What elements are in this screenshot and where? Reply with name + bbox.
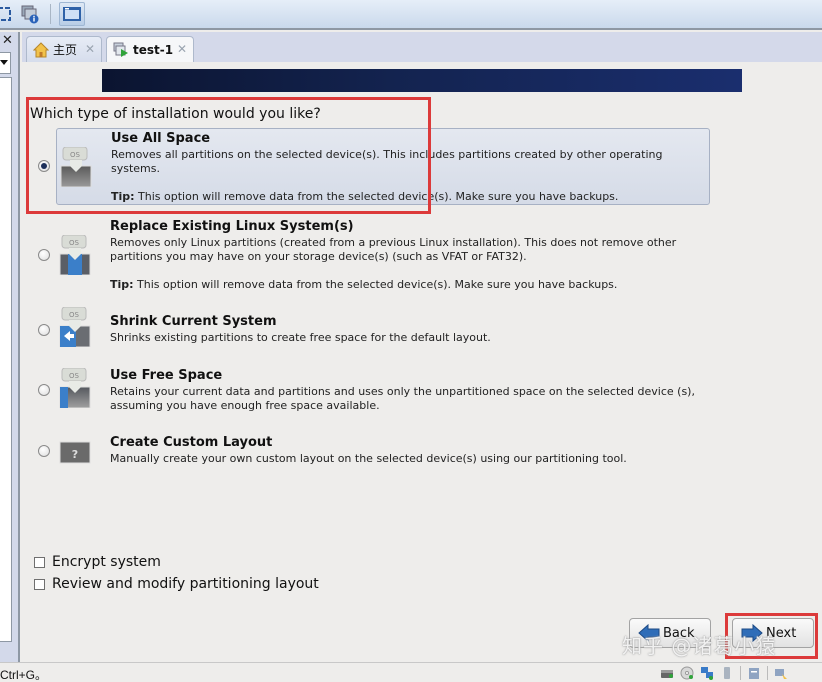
encrypt-system-checkbox-row[interactable]: Encrypt system xyxy=(34,554,161,570)
option-use-free-space[interactable]: OS Use Free Space Retains your current d… xyxy=(32,364,712,416)
os-shrink-icon: OS xyxy=(59,307,91,347)
option-tip: Tip: This option will remove data from t… xyxy=(110,278,617,291)
option-replace-existing-linux[interactable]: OS Replace Existing Linux System(s) Remo… xyxy=(32,217,712,297)
usb-icon[interactable] xyxy=(720,666,734,680)
status-bar: Ctrl+G。 xyxy=(0,662,822,682)
radio-use-all-space[interactable] xyxy=(38,160,50,172)
option-title: Use Free Space xyxy=(110,368,223,383)
library-dropdown[interactable] xyxy=(0,52,11,74)
tip-label: Tip: xyxy=(110,278,134,291)
installer-banner xyxy=(102,69,742,92)
svg-text:?: ? xyxy=(72,448,78,461)
vm-info-icon xyxy=(21,5,39,24)
review-partitioning-checkbox[interactable] xyxy=(34,578,45,590)
vm-manager-window: ✕ 主页 ✕ test-1 ✕ Which type of installati… xyxy=(0,0,822,682)
fullscreen-icon xyxy=(0,7,11,21)
option-card[interactable]: OS Replace Existing Linux System(s) Remo… xyxy=(56,217,710,297)
option-create-custom-layout[interactable]: ? Create Custom Layout Manually create y… xyxy=(32,434,712,474)
close-tab-icon[interactable]: ✕ xyxy=(85,42,95,56)
option-title: Replace Existing Linux System(s) xyxy=(110,219,354,234)
fullscreen-button[interactable] xyxy=(0,2,16,26)
option-description: Shrinks existing partitions to create fr… xyxy=(110,331,491,344)
network-adapter-icon[interactable] xyxy=(700,666,714,680)
svg-text:OS: OS xyxy=(70,151,81,159)
encrypt-system-checkbox[interactable] xyxy=(34,556,45,568)
custom-layout-icon: ? xyxy=(59,441,91,464)
option-description: Removes all partitions on the selected d… xyxy=(111,148,663,175)
tab-home-label: 主页 xyxy=(53,43,78,57)
encrypt-system-label: Encrypt system xyxy=(52,554,161,570)
svg-text:OS: OS xyxy=(69,372,80,380)
close-tab-icon[interactable]: ✕ xyxy=(177,42,187,56)
close-panel-icon[interactable]: ✕ xyxy=(2,33,13,48)
option-card[interactable]: OS Shrink Current System Shrinks existin… xyxy=(56,307,710,353)
radio-shrink-current-system[interactable] xyxy=(38,324,50,336)
option-card[interactable]: OS Use All Space Removes all partitions … xyxy=(56,128,710,205)
os-disk-icon: OS xyxy=(60,147,92,187)
installer-screen: Which type of installation would you lik… xyxy=(22,62,822,662)
status-separator xyxy=(767,666,768,680)
option-card[interactable]: ? Create Custom Layout Manually create y… xyxy=(56,434,710,474)
option-tip: Tip: This option will remove data from t… xyxy=(111,190,618,203)
status-separator xyxy=(740,666,741,680)
svg-text:OS: OS xyxy=(69,239,80,247)
option-title: Shrink Current System xyxy=(110,314,277,329)
tip-text: This option will remove data from the se… xyxy=(133,278,618,291)
option-description: Removes only Linux partitions (created f… xyxy=(110,236,677,263)
library-panel: ✕ xyxy=(0,32,20,662)
shared-folder-icon[interactable] xyxy=(747,666,761,680)
option-description: Retains your current data and partitions… xyxy=(110,385,695,412)
tab-test-1-label: test-1 xyxy=(133,42,174,57)
svg-text:OS: OS xyxy=(69,311,80,319)
console-view-button[interactable] xyxy=(59,2,85,26)
library-tree[interactable] xyxy=(0,77,12,642)
review-partitioning-checkbox-row[interactable]: Review and modify partitioning layout xyxy=(34,576,319,592)
tab-home[interactable]: 主页 ✕ xyxy=(26,36,102,62)
tab-test-1[interactable]: test-1 ✕ xyxy=(106,36,194,62)
tip-text: This option will remove data from the se… xyxy=(134,190,619,203)
hard-disk-icon[interactable] xyxy=(660,666,674,680)
installation-type-question: Which type of installation would you lik… xyxy=(30,106,321,122)
option-description: Manually create your own custom layout o… xyxy=(110,452,627,465)
radio-replace-existing-linux[interactable] xyxy=(38,249,50,261)
os-replace-icon: OS xyxy=(59,235,91,275)
vm-info-button[interactable] xyxy=(18,2,42,26)
device-status-icons xyxy=(660,666,788,680)
option-shrink-current-system[interactable]: OS Shrink Current System Shrinks existin… xyxy=(32,307,712,353)
option-title: Use All Space xyxy=(111,131,211,146)
option-use-all-space[interactable]: OS Use All Space Removes all partitions … xyxy=(32,128,712,206)
console-icon xyxy=(63,7,81,21)
radio-use-free-space[interactable] xyxy=(38,384,50,396)
toolbar-separator xyxy=(50,4,51,24)
status-text: Ctrl+G。 xyxy=(0,668,48,682)
radio-create-custom-layout[interactable] xyxy=(38,445,50,457)
display-arrow-icon[interactable] xyxy=(774,666,788,680)
tip-label: Tip: xyxy=(111,190,135,203)
watermark: 知乎 @诸葛小猿 xyxy=(622,634,777,658)
option-card[interactable]: OS Use Free Space Retains your current d… xyxy=(56,364,710,416)
tab-strip: 主页 ✕ test-1 ✕ xyxy=(22,32,822,62)
os-free-space-icon: OS xyxy=(59,368,91,408)
chevron-down-icon xyxy=(0,60,8,65)
option-title: Create Custom Layout xyxy=(110,435,273,450)
toolbar xyxy=(0,0,822,30)
review-partitioning-label: Review and modify partitioning layout xyxy=(52,576,319,592)
cd-dvd-icon[interactable] xyxy=(680,666,694,680)
vm-running-icon xyxy=(113,42,129,58)
home-icon xyxy=(32,41,50,58)
